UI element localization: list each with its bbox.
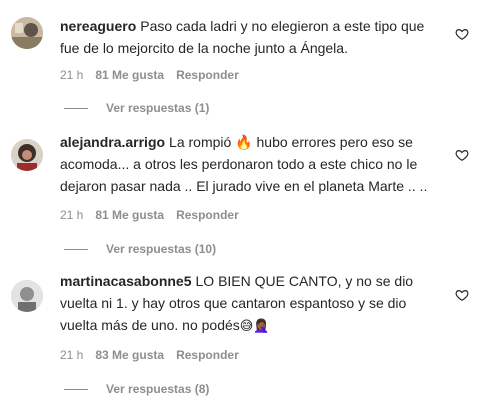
- view-replies-button[interactable]: Ver respuestas (10): [60, 242, 216, 256]
- view-replies-button[interactable]: Ver respuestas (8): [60, 382, 209, 396]
- comment-username[interactable]: martinacasabonne5: [60, 273, 192, 289]
- comment-meta: 21 h 81 Me gusta Responder: [60, 208, 251, 222]
- replies-divider: [64, 248, 88, 250]
- comment-text: martinacasabonne5 LO BIEN QUE CANTO, y no…: [60, 270, 440, 338]
- comment-time: 21 h: [60, 348, 84, 362]
- heart-outline-icon[interactable]: [455, 288, 469, 302]
- reply-button[interactable]: Responder: [176, 68, 239, 82]
- comment-likes[interactable]: 81 Me gusta: [95, 68, 164, 82]
- comment-text: nereaguero Paso cada ladri y no elegieron…: [60, 15, 440, 59]
- comment-time: 21 h: [60, 68, 84, 82]
- comment-likes[interactable]: 83 Me gusta: [95, 348, 164, 362]
- avatar[interactable]: [11, 280, 43, 312]
- comment-text: alejandra.arrigo La rompió 🔥 hubo errores…: [60, 131, 440, 197]
- avatar[interactable]: [11, 139, 43, 171]
- comment-likes[interactable]: 81 Me gusta: [95, 208, 164, 222]
- view-replies-label: Ver respuestas (1): [106, 101, 210, 115]
- replies-divider: [64, 388, 88, 390]
- reply-button[interactable]: Responder: [176, 348, 239, 362]
- heart-outline-icon[interactable]: [455, 27, 469, 41]
- reply-button[interactable]: Responder: [176, 208, 239, 222]
- view-replies-label: Ver respuestas (10): [106, 242, 217, 256]
- avatar[interactable]: [11, 17, 43, 49]
- heart-outline-icon[interactable]: [455, 148, 469, 162]
- view-replies-button[interactable]: Ver respuestas (1): [60, 101, 209, 115]
- comment-username[interactable]: alejandra.arrigo: [60, 134, 165, 150]
- comment-meta: 21 h 83 Me gusta Responder: [60, 348, 251, 362]
- view-replies-label: Ver respuestas (8): [106, 382, 210, 396]
- comment-meta: 21 h 81 Me gusta Responder: [60, 68, 251, 82]
- replies-divider: [64, 107, 88, 109]
- comment-username[interactable]: nereaguero: [60, 18, 136, 34]
- comment-time: 21 h: [60, 208, 84, 222]
- comment-emoji: 😅🤦🏾‍♀️: [239, 319, 270, 334]
